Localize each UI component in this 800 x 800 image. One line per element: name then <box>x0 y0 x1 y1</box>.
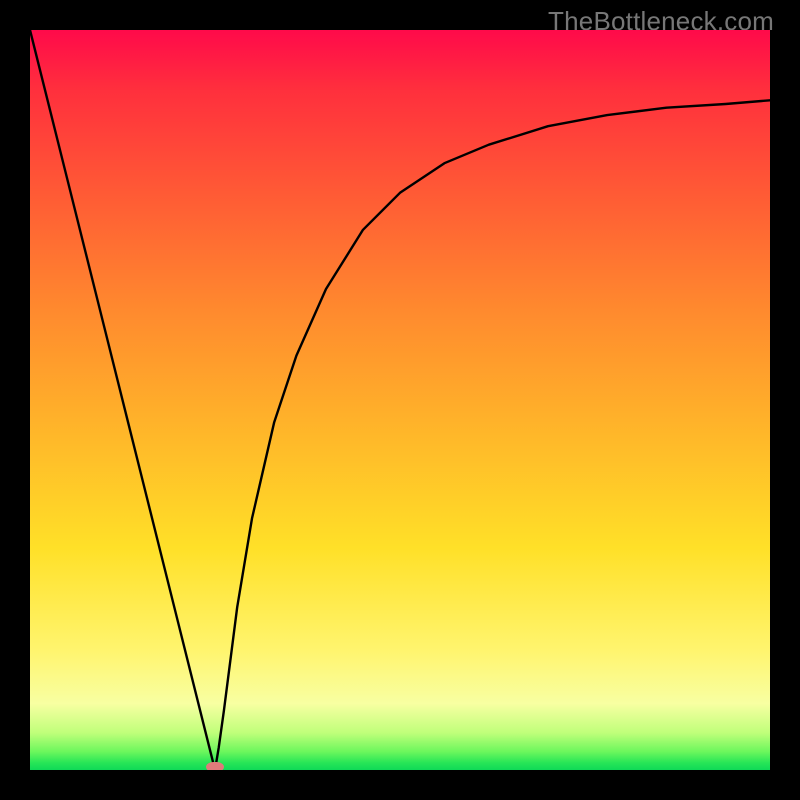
min-marker <box>206 762 224 770</box>
bottleneck-curve-path <box>30 30 770 770</box>
chart-frame: TheBottleneck.com <box>0 0 800 800</box>
curve-svg <box>30 30 770 770</box>
plot-area <box>30 30 770 770</box>
